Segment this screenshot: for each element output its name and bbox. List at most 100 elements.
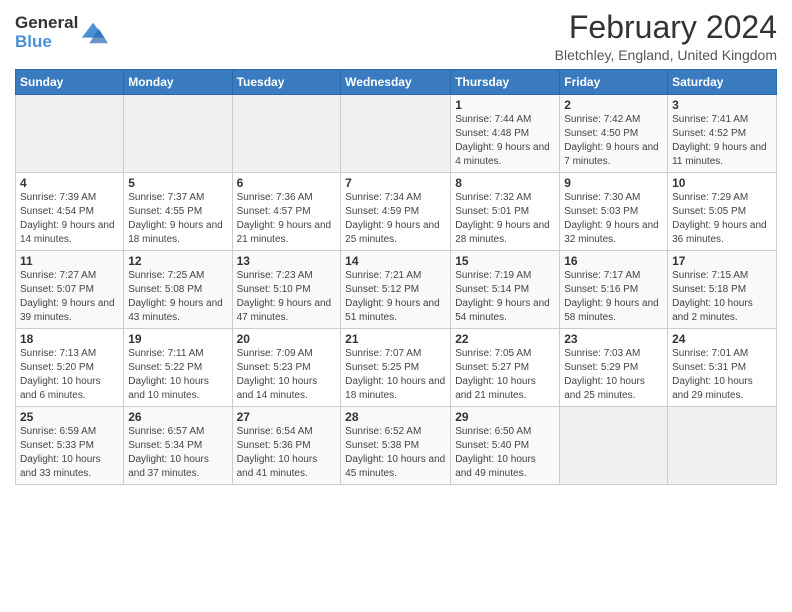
title-area: February 2024 Bletchley, England, United… xyxy=(555,10,777,63)
day-number: 20 xyxy=(237,332,337,346)
day-info: Sunrise: 7:21 AMSunset: 5:12 PMDaylight:… xyxy=(345,269,446,325)
day-number: 24 xyxy=(672,332,772,346)
page-container: General Blue February 2024 Bletchley, En… xyxy=(0,0,792,490)
day-cell: 11Sunrise: 7:27 AMSunset: 5:07 PMDayligh… xyxy=(16,251,124,329)
day-cell: 26Sunrise: 6:57 AMSunset: 5:34 PMDayligh… xyxy=(124,407,232,485)
day-cell: 15Sunrise: 7:19 AMSunset: 5:14 PMDayligh… xyxy=(451,251,560,329)
calendar-header: SundayMondayTuesdayWednesdayThursdayFrid… xyxy=(16,70,777,95)
day-cell: 9Sunrise: 7:30 AMSunset: 5:03 PMDaylight… xyxy=(560,173,668,251)
week-row-3: 18Sunrise: 7:13 AMSunset: 5:20 PMDayligh… xyxy=(16,329,777,407)
day-info: Sunrise: 6:52 AMSunset: 5:38 PMDaylight:… xyxy=(345,425,446,481)
day-number: 3 xyxy=(672,98,772,112)
day-cell: 7Sunrise: 7:34 AMSunset: 4:59 PMDaylight… xyxy=(341,173,451,251)
day-number: 4 xyxy=(20,176,119,190)
header-row: SundayMondayTuesdayWednesdayThursdayFrid… xyxy=(16,70,777,95)
day-info: Sunrise: 7:23 AMSunset: 5:10 PMDaylight:… xyxy=(237,269,337,325)
day-number: 10 xyxy=(672,176,772,190)
day-info: Sunrise: 7:32 AMSunset: 5:01 PMDaylight:… xyxy=(455,191,555,247)
day-cell: 12Sunrise: 7:25 AMSunset: 5:08 PMDayligh… xyxy=(124,251,232,329)
col-header-saturday: Saturday xyxy=(668,70,777,95)
day-info: Sunrise: 7:17 AMSunset: 5:16 PMDaylight:… xyxy=(564,269,663,325)
day-cell: 16Sunrise: 7:17 AMSunset: 5:16 PMDayligh… xyxy=(560,251,668,329)
day-info: Sunrise: 7:13 AMSunset: 5:20 PMDaylight:… xyxy=(20,347,119,403)
day-info: Sunrise: 7:01 AMSunset: 5:31 PMDaylight:… xyxy=(672,347,772,403)
logo-icon xyxy=(80,19,108,47)
day-cell: 24Sunrise: 7:01 AMSunset: 5:31 PMDayligh… xyxy=(668,329,777,407)
day-cell: 27Sunrise: 6:54 AMSunset: 5:36 PMDayligh… xyxy=(232,407,341,485)
week-row-2: 11Sunrise: 7:27 AMSunset: 5:07 PMDayligh… xyxy=(16,251,777,329)
day-info: Sunrise: 7:36 AMSunset: 4:57 PMDaylight:… xyxy=(237,191,337,247)
day-number: 11 xyxy=(20,254,119,268)
day-cell xyxy=(560,407,668,485)
day-cell: 25Sunrise: 6:59 AMSunset: 5:33 PMDayligh… xyxy=(16,407,124,485)
week-row-4: 25Sunrise: 6:59 AMSunset: 5:33 PMDayligh… xyxy=(16,407,777,485)
day-number: 5 xyxy=(128,176,227,190)
subtitle: Bletchley, England, United Kingdom xyxy=(555,47,777,63)
calendar-table: SundayMondayTuesdayWednesdayThursdayFrid… xyxy=(15,69,777,485)
col-header-friday: Friday xyxy=(560,70,668,95)
logo-line2: Blue xyxy=(15,33,78,52)
day-info: Sunrise: 7:44 AMSunset: 4:48 PMDaylight:… xyxy=(455,113,555,169)
col-header-thursday: Thursday xyxy=(451,70,560,95)
day-info: Sunrise: 7:11 AMSunset: 5:22 PMDaylight:… xyxy=(128,347,227,403)
day-number: 23 xyxy=(564,332,663,346)
day-cell: 19Sunrise: 7:11 AMSunset: 5:22 PMDayligh… xyxy=(124,329,232,407)
day-number: 6 xyxy=(237,176,337,190)
day-number: 2 xyxy=(564,98,663,112)
day-cell xyxy=(232,95,341,173)
day-info: Sunrise: 6:54 AMSunset: 5:36 PMDaylight:… xyxy=(237,425,337,481)
day-cell: 29Sunrise: 6:50 AMSunset: 5:40 PMDayligh… xyxy=(451,407,560,485)
day-number: 17 xyxy=(672,254,772,268)
day-cell xyxy=(668,407,777,485)
day-cell: 18Sunrise: 7:13 AMSunset: 5:20 PMDayligh… xyxy=(16,329,124,407)
day-info: Sunrise: 7:37 AMSunset: 4:55 PMDaylight:… xyxy=(128,191,227,247)
day-cell xyxy=(124,95,232,173)
day-info: Sunrise: 7:03 AMSunset: 5:29 PMDaylight:… xyxy=(564,347,663,403)
calendar-body: 1Sunrise: 7:44 AMSunset: 4:48 PMDaylight… xyxy=(16,95,777,485)
day-cell: 14Sunrise: 7:21 AMSunset: 5:12 PMDayligh… xyxy=(341,251,451,329)
day-cell: 4Sunrise: 7:39 AMSunset: 4:54 PMDaylight… xyxy=(16,173,124,251)
day-number: 29 xyxy=(455,410,555,424)
logo-text: General Blue xyxy=(15,14,108,51)
day-info: Sunrise: 6:59 AMSunset: 5:33 PMDaylight:… xyxy=(20,425,119,481)
day-number: 8 xyxy=(455,176,555,190)
day-info: Sunrise: 7:30 AMSunset: 5:03 PMDaylight:… xyxy=(564,191,663,247)
col-header-tuesday: Tuesday xyxy=(232,70,341,95)
day-number: 12 xyxy=(128,254,227,268)
week-row-1: 4Sunrise: 7:39 AMSunset: 4:54 PMDaylight… xyxy=(16,173,777,251)
day-cell xyxy=(16,95,124,173)
day-info: Sunrise: 7:15 AMSunset: 5:18 PMDaylight:… xyxy=(672,269,772,325)
day-cell: 1Sunrise: 7:44 AMSunset: 4:48 PMDaylight… xyxy=(451,95,560,173)
day-number: 18 xyxy=(20,332,119,346)
day-number: 19 xyxy=(128,332,227,346)
day-number: 7 xyxy=(345,176,446,190)
day-cell: 17Sunrise: 7:15 AMSunset: 5:18 PMDayligh… xyxy=(668,251,777,329)
day-info: Sunrise: 6:50 AMSunset: 5:40 PMDaylight:… xyxy=(455,425,555,481)
col-header-wednesday: Wednesday xyxy=(341,70,451,95)
day-info: Sunrise: 7:29 AMSunset: 5:05 PMDaylight:… xyxy=(672,191,772,247)
day-info: Sunrise: 7:42 AMSunset: 4:50 PMDaylight:… xyxy=(564,113,663,169)
day-cell xyxy=(341,95,451,173)
day-info: Sunrise: 7:39 AMSunset: 4:54 PMDaylight:… xyxy=(20,191,119,247)
day-number: 16 xyxy=(564,254,663,268)
main-title: February 2024 xyxy=(555,10,777,45)
day-cell: 2Sunrise: 7:42 AMSunset: 4:50 PMDaylight… xyxy=(560,95,668,173)
day-cell: 13Sunrise: 7:23 AMSunset: 5:10 PMDayligh… xyxy=(232,251,341,329)
day-number: 22 xyxy=(455,332,555,346)
week-row-0: 1Sunrise: 7:44 AMSunset: 4:48 PMDaylight… xyxy=(16,95,777,173)
logo-line1: General xyxy=(15,14,78,33)
day-number: 15 xyxy=(455,254,555,268)
header: General Blue February 2024 Bletchley, En… xyxy=(15,10,777,63)
day-cell: 21Sunrise: 7:07 AMSunset: 5:25 PMDayligh… xyxy=(341,329,451,407)
day-info: Sunrise: 6:57 AMSunset: 5:34 PMDaylight:… xyxy=(128,425,227,481)
day-number: 27 xyxy=(237,410,337,424)
day-cell: 6Sunrise: 7:36 AMSunset: 4:57 PMDaylight… xyxy=(232,173,341,251)
day-info: Sunrise: 7:09 AMSunset: 5:23 PMDaylight:… xyxy=(237,347,337,403)
day-number: 28 xyxy=(345,410,446,424)
day-number: 13 xyxy=(237,254,337,268)
day-cell: 5Sunrise: 7:37 AMSunset: 4:55 PMDaylight… xyxy=(124,173,232,251)
day-number: 1 xyxy=(455,98,555,112)
day-cell: 28Sunrise: 6:52 AMSunset: 5:38 PMDayligh… xyxy=(341,407,451,485)
day-info: Sunrise: 7:19 AMSunset: 5:14 PMDaylight:… xyxy=(455,269,555,325)
day-number: 25 xyxy=(20,410,119,424)
